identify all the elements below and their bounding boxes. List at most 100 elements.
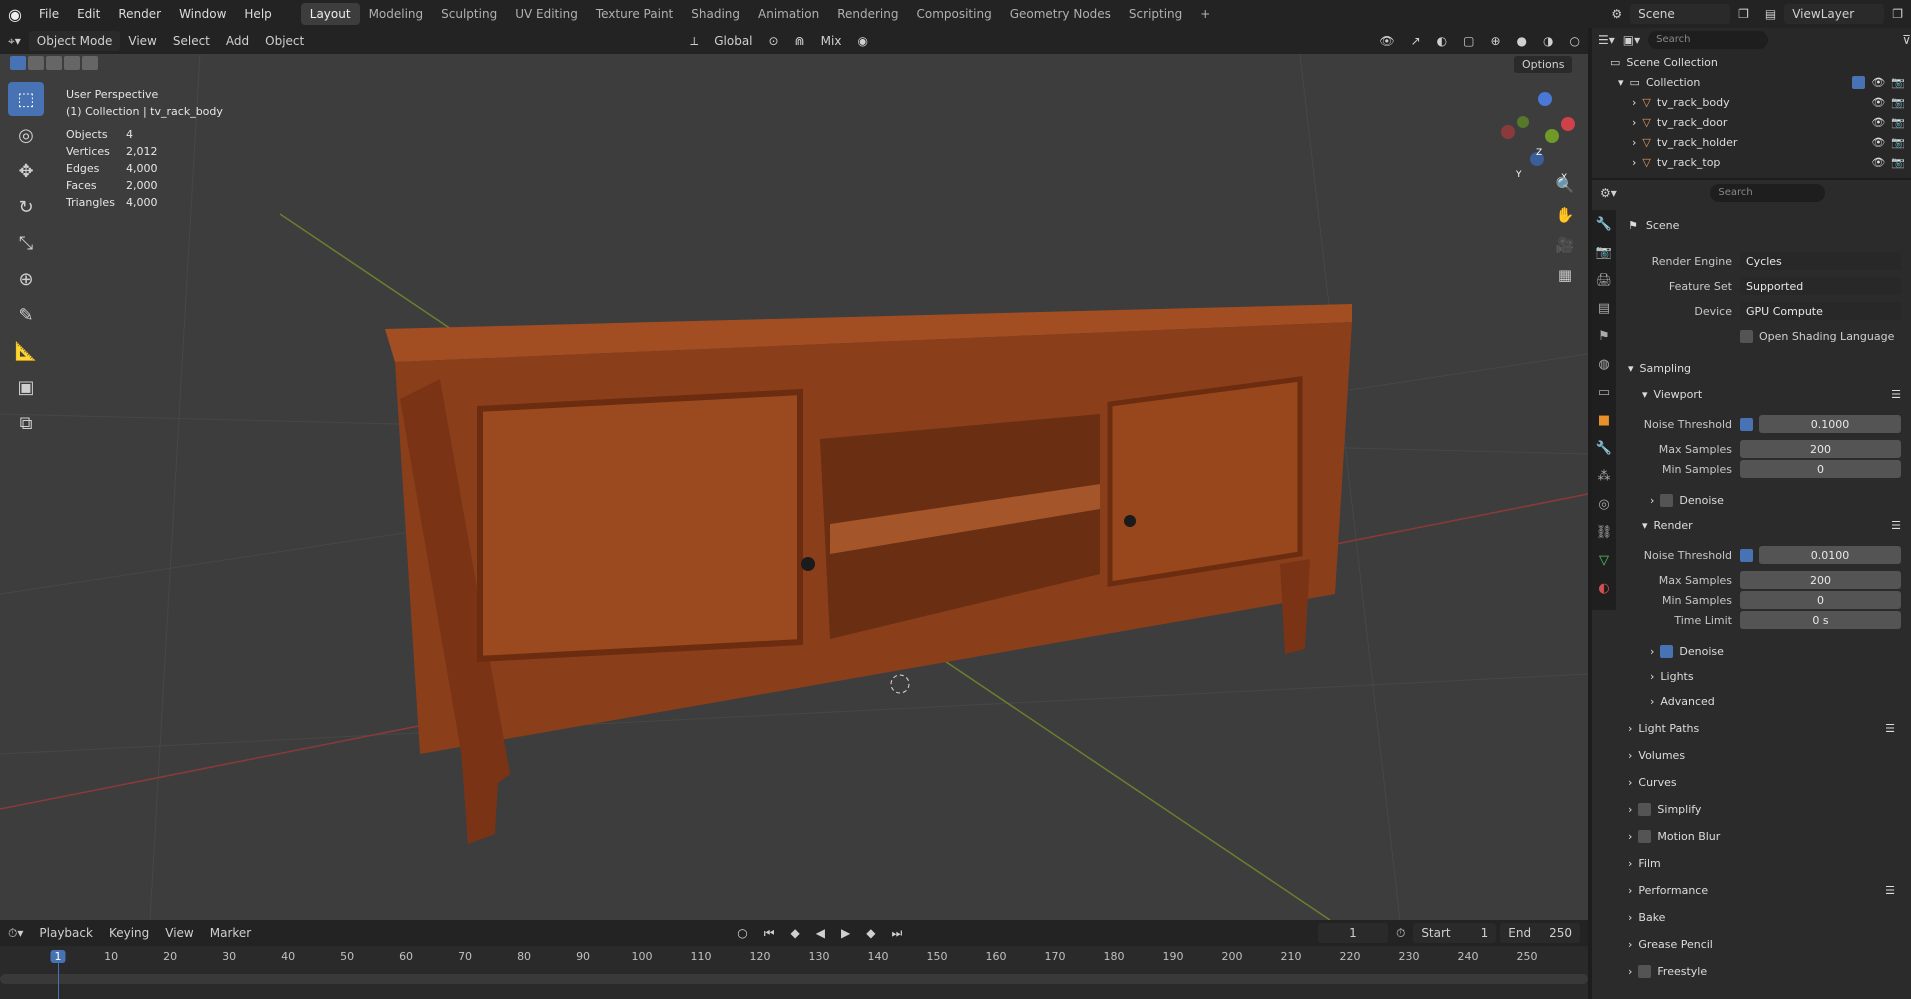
menu-render[interactable]: Render: [109, 0, 170, 28]
collection-tab-icon[interactable]: ▭: [1592, 378, 1616, 406]
blender-logo-icon[interactable]: ◉: [0, 5, 30, 24]
view-layer-tab-icon[interactable]: ▤: [1592, 294, 1616, 322]
current-frame-marker[interactable]: 1: [50, 950, 66, 963]
transform-orientation-dropdown[interactable]: Global: [706, 30, 760, 52]
proportional-edit-icon[interactable]: ◉: [849, 30, 875, 52]
curves-panel[interactable]: › Curves: [1628, 770, 1911, 794]
view-layer-icon[interactable]: ▤: [1757, 3, 1784, 25]
prev-keyframe-icon[interactable]: ◆: [783, 922, 808, 944]
select-subtract-icon[interactable]: [46, 56, 62, 70]
grease-pencil-panel[interactable]: › Grease Pencil: [1628, 932, 1911, 956]
film-panel[interactable]: › Film: [1628, 851, 1911, 875]
advanced-subpanel[interactable]: › Advanced: [1650, 689, 1911, 713]
rotate-icon[interactable]: ↻: [8, 190, 44, 224]
new-scene-icon[interactable]: ❐: [1730, 3, 1757, 25]
noise-threshold-field[interactable]: 0.1000: [1759, 415, 1901, 433]
lights-subpanel[interactable]: › Lights: [1650, 664, 1911, 688]
visibility-icon[interactable]: 👁: [1371, 30, 1402, 52]
tab-shading[interactable]: Shading: [682, 3, 749, 25]
eye-icon[interactable]: 👁: [1871, 136, 1885, 149]
select-box-icon[interactable]: ⬚: [8, 82, 44, 116]
performance-panel[interactable]: › Performance ☰: [1628, 878, 1911, 902]
snap-icon[interactable]: ⋒: [787, 30, 813, 52]
menu-view[interactable]: View: [120, 30, 164, 52]
select-extend-icon[interactable]: [28, 56, 44, 70]
feature-set-dropdown[interactable]: Supported: [1740, 277, 1901, 295]
start-field[interactable]: Start 1: [1413, 923, 1497, 943]
tool-tab-icon[interactable]: 🔧: [1592, 210, 1616, 238]
constraints-tab-icon[interactable]: ⛓: [1592, 518, 1616, 546]
outliner-item[interactable]: › ▽ tv_rack_door 👁 📷: [1592, 112, 1911, 132]
tab-geometry-nodes[interactable]: Geometry Nodes: [1001, 3, 1120, 25]
tab-layout[interactable]: Layout: [300, 3, 360, 25]
list-icon[interactable]: ☰: [1885, 884, 1895, 897]
camera-icon[interactable]: 📷: [1891, 96, 1905, 109]
tab-rendering[interactable]: Rendering: [828, 3, 907, 25]
particles-tab-icon[interactable]: ⁂: [1592, 462, 1616, 490]
outliner-item[interactable]: › ▽ tv_rack_top 👁 📷: [1592, 152, 1911, 172]
denoise-subpanel[interactable]: › Denoise: [1650, 488, 1911, 512]
bake-panel[interactable]: › Bake: [1628, 905, 1911, 929]
shading-rendered-icon[interactable]: ○: [1562, 30, 1588, 52]
simplify-checkbox[interactable]: [1638, 802, 1652, 816]
outliner-item[interactable]: › ▽ tv_rack_body 👁 📷: [1592, 92, 1911, 112]
max-samples-field[interactable]: 200: [1740, 571, 1901, 589]
motion-blur-panel[interactable]: › Motion Blur: [1628, 824, 1911, 848]
view-layer-selector[interactable]: ViewLayer: [1784, 4, 1885, 24]
tab-sculpting[interactable]: Sculpting: [432, 3, 506, 25]
noise-threshold-checkbox[interactable]: [1740, 417, 1753, 431]
scene-collection-row[interactable]: ▭ Scene Collection: [1592, 52, 1911, 72]
editor-type-icon[interactable]: ⌖▾: [0, 30, 29, 52]
scene-selector[interactable]: Scene: [1630, 4, 1731, 24]
expand-icon[interactable]: ›: [1632, 156, 1636, 169]
list-icon[interactable]: ☰: [1891, 388, 1901, 401]
noise-threshold-checkbox[interactable]: [1740, 548, 1753, 562]
output-tab-icon[interactable]: 🖨: [1592, 266, 1616, 294]
collection-checkbox[interactable]: [1852, 75, 1866, 89]
outliner-search-input[interactable]: Search: [1648, 31, 1769, 49]
select-invert-icon[interactable]: [64, 56, 80, 70]
menu-select[interactable]: Select: [165, 30, 218, 52]
freestyle-checkbox[interactable]: [1638, 964, 1652, 978]
menu-edit[interactable]: Edit: [68, 0, 109, 28]
gizmo-label-y[interactable]: Y: [1516, 170, 1522, 180]
list-icon[interactable]: ☰: [1885, 722, 1895, 735]
measure-icon[interactable]: 📐: [8, 334, 44, 368]
pivot-icon[interactable]: ⊙: [761, 30, 787, 52]
collection-row[interactable]: ▾ ▭ Collection 👁 📷: [1592, 72, 1911, 92]
current-frame-field[interactable]: 1: [1317, 923, 1388, 943]
modifier-tab-icon[interactable]: 🔧: [1592, 434, 1616, 462]
max-samples-field[interactable]: 200: [1740, 440, 1901, 458]
autokey-icon[interactable]: ○: [729, 922, 755, 944]
simplify-panel[interactable]: › Simplify: [1628, 797, 1911, 821]
viewport-subpanel-header[interactable]: ▾ Viewport ☰: [1642, 382, 1911, 406]
shading-solid-icon[interactable]: ●: [1509, 30, 1535, 52]
scale-icon[interactable]: ⤡: [8, 226, 44, 260]
expand-icon[interactable]: ›: [1632, 96, 1636, 109]
menu-help[interactable]: Help: [235, 0, 280, 28]
stopwatch-icon[interactable]: ⏱: [1388, 922, 1413, 944]
denoise-checkbox[interactable]: [1660, 644, 1674, 658]
camera-icon[interactable]: 📷: [1891, 156, 1905, 169]
physics-tab-icon[interactable]: ◎: [1592, 490, 1616, 518]
properties-editor-icon[interactable]: ⚙▾: [1600, 186, 1617, 200]
tab-compositing[interactable]: Compositing: [907, 3, 1000, 25]
filter-icon[interactable]: ⊽: [1902, 33, 1911, 47]
list-icon[interactable]: ☰: [1891, 519, 1901, 532]
gizmo-icon[interactable]: ↗: [1403, 30, 1429, 52]
menu-window[interactable]: Window: [170, 0, 235, 28]
osl-checkbox[interactable]: [1740, 329, 1753, 343]
denoise-subpanel[interactable]: › Denoise: [1650, 639, 1911, 663]
overlay-icon[interactable]: ◐: [1429, 30, 1455, 52]
light-paths-panel[interactable]: › Light Paths ☰: [1628, 716, 1911, 740]
time-limit-field[interactable]: 0 s: [1740, 611, 1901, 629]
denoise-checkbox[interactable]: [1660, 493, 1674, 507]
scene-icon[interactable]: ⚙: [1603, 3, 1630, 25]
annotate-icon[interactable]: ✎: [8, 298, 44, 332]
camera-icon[interactable]: 📷: [1891, 116, 1905, 129]
menu-file[interactable]: File: [30, 0, 68, 28]
pan-hand-icon[interactable]: ✋: [1548, 200, 1582, 230]
keying-menu[interactable]: Keying: [101, 922, 157, 944]
camera-icon[interactable]: 📷: [1891, 136, 1905, 149]
select-new-icon[interactable]: [10, 56, 26, 70]
